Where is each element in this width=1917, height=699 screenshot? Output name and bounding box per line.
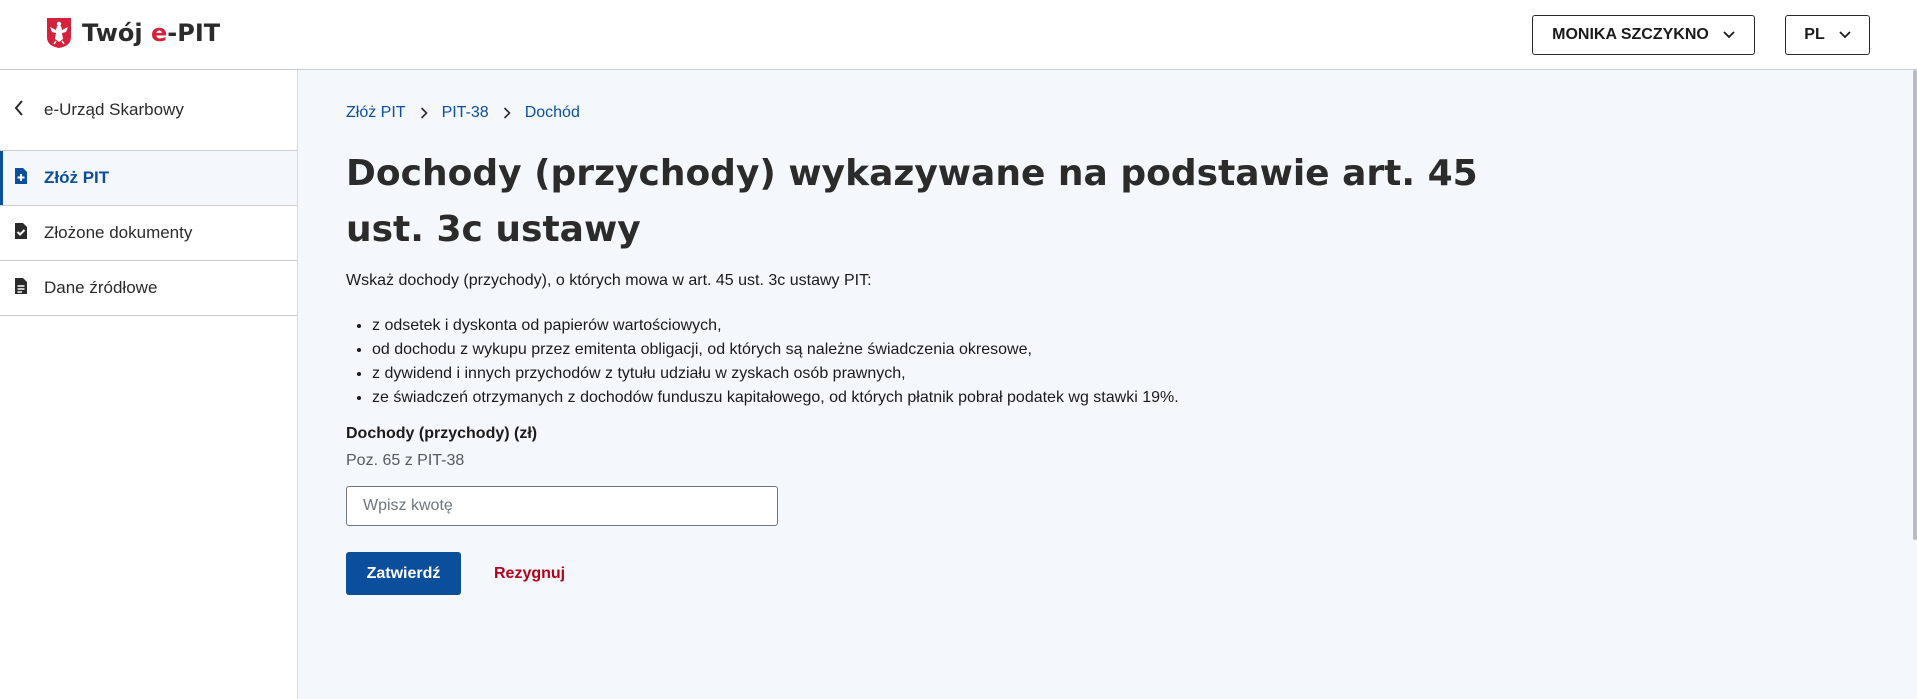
sidebar-item-label: Złożone dokumenty xyxy=(44,223,193,242)
breadcrumb-link-zloz-pit[interactable]: Złóż PIT xyxy=(346,104,406,122)
sidebar-item-dane-zrodlowe[interactable]: Dane źródłowe xyxy=(0,261,297,316)
list-item: z dywidend i innych przychodów z tytułu … xyxy=(372,362,1179,386)
chevron-right-icon xyxy=(503,107,511,119)
sidebar-back-label: e-Urząd Skarbowy xyxy=(44,100,184,119)
app-logo[interactable]: Twój e-PIT xyxy=(46,17,220,49)
list-item: z odsetek i dyskonta od papierów wartośc… xyxy=(372,314,1179,338)
sidebar-item-zloz-pit[interactable]: Złóż PIT xyxy=(0,151,297,206)
submit-button[interactable]: Zatwierdź xyxy=(346,552,461,595)
amount-field-label: Dochody (przychody) (zł) xyxy=(346,425,538,442)
sidebar-item-label: Złóż PIT xyxy=(44,168,110,187)
language-select-button[interactable]: PL xyxy=(1785,15,1870,55)
document-check-icon xyxy=(14,222,44,245)
language-label: PL xyxy=(1804,26,1825,43)
intro-text: Wskaż dochody (przychody), o których mow… xyxy=(346,272,872,289)
cancel-button[interactable]: Rezygnuj xyxy=(485,552,574,595)
sidebar-item-zlozone-dokumenty[interactable]: Złożone dokumenty xyxy=(0,206,297,261)
app-name: Twój e-PIT xyxy=(82,19,221,47)
sidebar-back-link[interactable]: e-Urząd Skarbowy xyxy=(0,70,297,151)
sidebar-item-label: Dane źródłowe xyxy=(44,278,158,297)
page-title: Dochody (przychody) wykazywane na podsta… xyxy=(346,153,1478,250)
sidebar: e-Urząd Skarbowy Złóż PIT Złożone dokume… xyxy=(0,70,298,699)
page-scrollbar[interactable] xyxy=(1913,70,1917,540)
income-types-list: z odsetek i dyskonta od papierów wartośc… xyxy=(346,314,1179,410)
amount-field-hint: Poz. 65 z PIT-38 xyxy=(346,452,465,469)
chevron-left-icon xyxy=(14,99,44,121)
breadcrumb: Złóż PIT PIT-38 Dochód xyxy=(346,104,580,122)
list-item: od dochodu z wykupu przez emitenta oblig… xyxy=(372,338,1179,362)
chevron-right-icon xyxy=(420,107,428,119)
user-name-label: MONIKA SZCZYKNO xyxy=(1552,26,1709,43)
amount-input[interactable] xyxy=(346,486,778,526)
chevron-down-icon xyxy=(1723,26,1735,44)
top-header: Twój e-PIT MONIKA SZCZYKNO PL xyxy=(0,0,1917,70)
breadcrumb-link-dochod[interactable]: Dochód xyxy=(525,104,580,122)
chevron-down-icon xyxy=(1839,26,1851,44)
document-add-icon xyxy=(14,167,44,190)
user-menu-button[interactable]: MONIKA SZCZYKNO xyxy=(1532,15,1755,55)
breadcrumb-link-pit-38[interactable]: PIT-38 xyxy=(442,104,489,122)
document-text-icon xyxy=(14,277,44,300)
polish-eagle-emblem-icon xyxy=(46,17,72,49)
list-item: ze świadczeń otrzymanych z dochodów fund… xyxy=(372,386,1179,410)
